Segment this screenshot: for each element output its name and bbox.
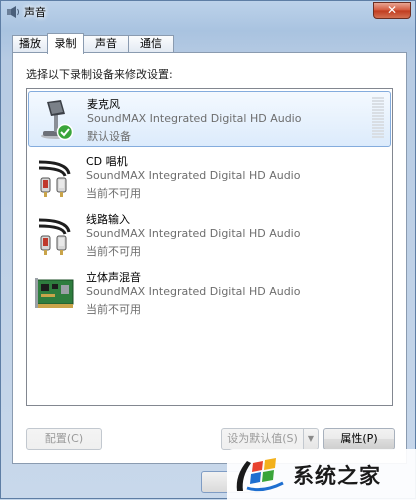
tab-recording[interactable]: 录制 [47, 33, 84, 54]
title-bar[interactable]: 声音 ✕ [1, 1, 415, 23]
set-default-button[interactable]: 设为默认值(S) [221, 428, 304, 450]
device-description: SoundMAX Integrated Digital HD Audio [86, 169, 301, 182]
set-default-dropdown[interactable]: ▼ [303, 428, 319, 450]
level-meter [372, 97, 384, 141]
device-name: 线路输入 [86, 213, 130, 226]
watermark: 系统之家 [227, 449, 416, 500]
tab-sounds[interactable]: 声音 [83, 35, 129, 52]
device-name: CD 唱机 [86, 155, 128, 168]
device-status: 当前不可用 [86, 303, 141, 316]
properties-button[interactable]: 属性(P) [323, 428, 395, 450]
instruction-label: 选择以下录制设备来修改设置: [26, 68, 173, 81]
window-title: 声音 [24, 6, 46, 19]
list-item-cd-player[interactable]: CD 唱机 SoundMAX Integrated Digital HD Aud… [28, 149, 391, 205]
sound-dialog: 声音 ✕ 播放 录制 声音 通信 选择以下录制设备来修改设置: 麦克风 Soun… [0, 0, 416, 500]
list-item-microphone[interactable]: 麦克风 SoundMAX Integrated Digital HD Audio… [28, 91, 391, 147]
speaker-icon [7, 6, 19, 18]
device-description: SoundMAX Integrated Digital HD Audio [86, 227, 301, 240]
sound-card-icon [35, 278, 74, 308]
audio-cable-icon [38, 160, 71, 197]
device-status: 当前不可用 [86, 245, 141, 258]
tab-playback[interactable]: 播放 [12, 35, 48, 52]
recording-panel: 选择以下录制设备来修改设置: 麦克风 SoundMAX Integrated D… [12, 52, 407, 464]
device-description: SoundMAX Integrated Digital HD Audio [87, 112, 302, 125]
list-item-line-in[interactable]: 线路输入 SoundMAX Integrated Digital HD Audi… [28, 207, 391, 263]
watermark-text: 系统之家 [293, 464, 381, 488]
list-item-stereo-mix[interactable]: 立体声混音 SoundMAX Integrated Digital HD Aud… [28, 265, 391, 321]
configure-button[interactable]: 配置(C) [26, 428, 102, 450]
device-status: 当前不可用 [86, 187, 141, 200]
device-list[interactable]: 麦克风 SoundMAX Integrated Digital HD Audio… [26, 88, 393, 406]
audio-cable-icon [38, 218, 71, 255]
microphone-icon [41, 100, 74, 141]
close-button[interactable]: ✕ [373, 2, 411, 19]
device-status: 默认设备 [87, 130, 131, 143]
device-description: SoundMAX Integrated Digital HD Audio [86, 285, 301, 298]
device-name: 立体声混音 [86, 271, 141, 284]
windows-logo-icon [236, 458, 284, 492]
device-name: 麦克风 [87, 98, 120, 111]
tab-communications[interactable]: 通信 [128, 35, 174, 52]
